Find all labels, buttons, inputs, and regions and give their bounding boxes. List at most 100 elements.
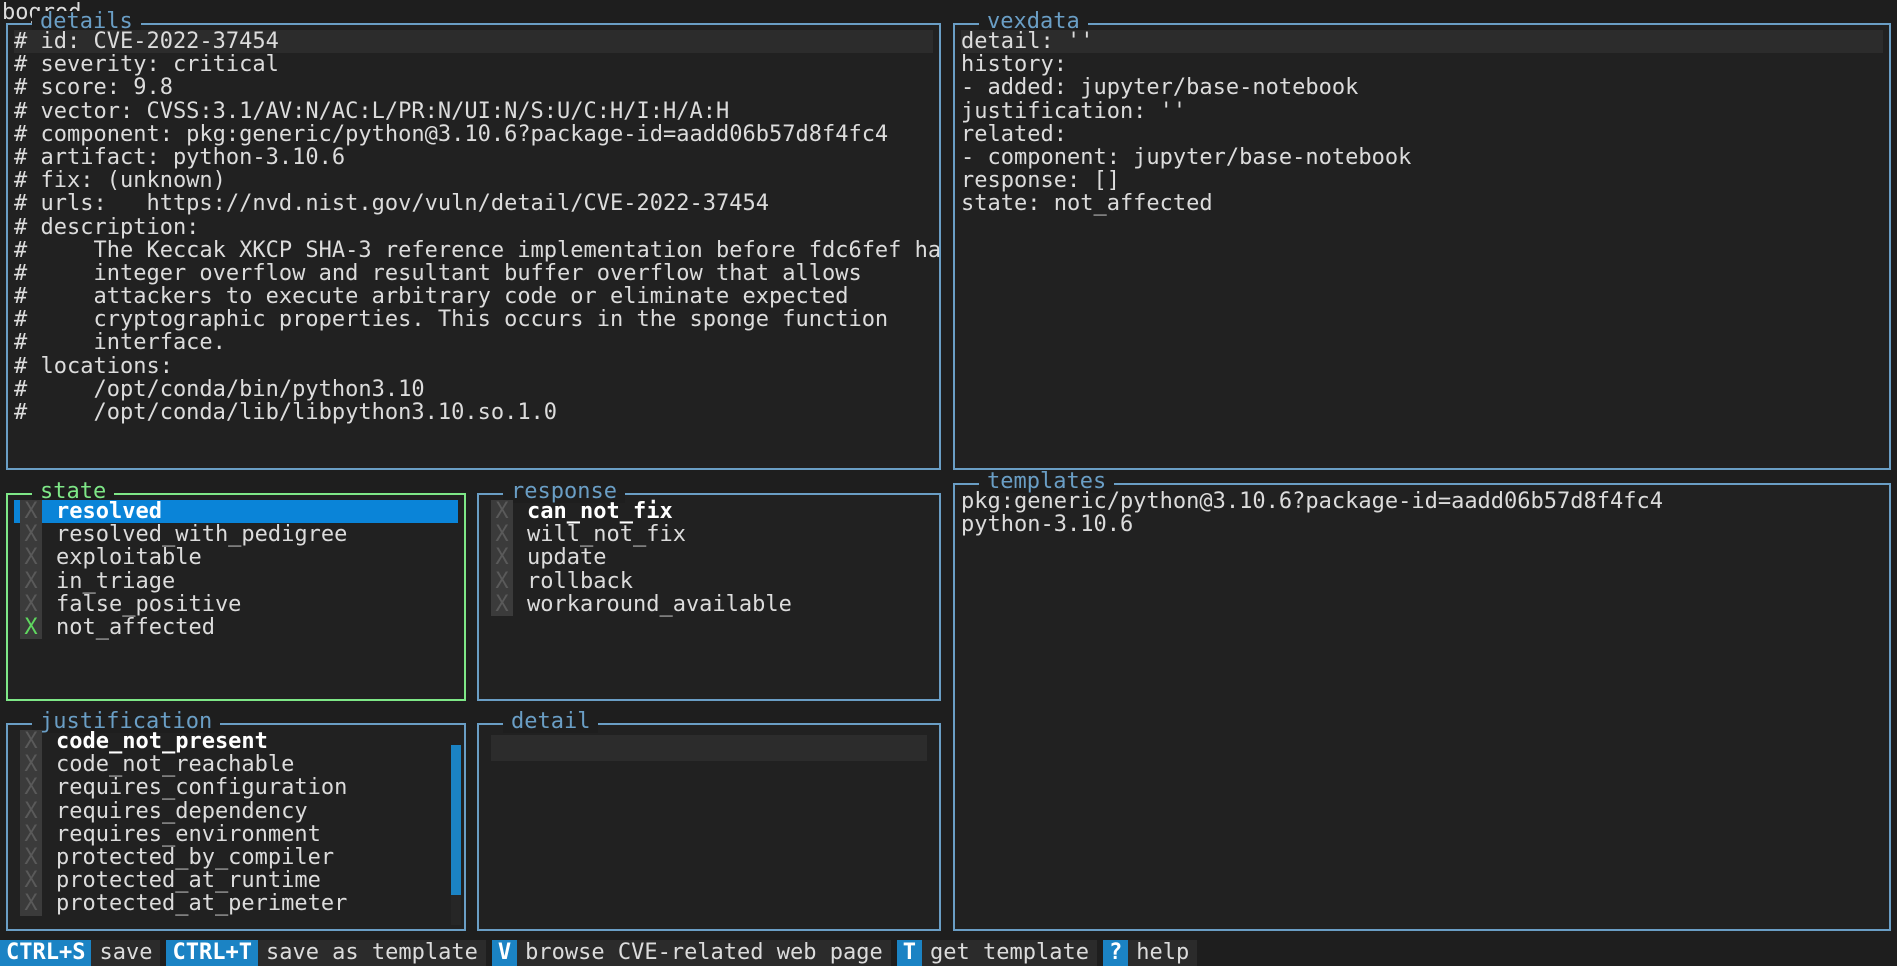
status-bar-filler <box>1203 940 1897 966</box>
checkbox-icon[interactable]: X <box>20 823 42 846</box>
templates-panel-body: pkg:generic/python@3.10.6?package-id=aad… <box>955 485 1889 929</box>
justification-item-label: requires_configuration <box>42 776 347 799</box>
vexdata-panel-body: detail: ''history:- added: jupyter/base-… <box>955 25 1889 468</box>
state-item-label: in_triage <box>42 570 175 593</box>
status-key-5[interactable]: ? <box>1103 940 1128 966</box>
text-line: # severity: critical <box>14 53 933 76</box>
detail-panel[interactable]: detail <box>477 723 941 931</box>
status-key-2[interactable]: CTRL+T <box>166 940 257 966</box>
checkbox-icon[interactable]: X <box>20 776 42 799</box>
state-list[interactable]: XresolvedXresolved_with_pedigreeXexploit… <box>8 495 464 699</box>
state-item[interactable]: Xresolved_with_pedigree <box>14 523 458 546</box>
vexdata-panel: vexdata detail: ''history:- added: jupyt… <box>953 23 1891 470</box>
state-item-label: false_positive <box>42 593 241 616</box>
justification-item-label: code_not_reachable <box>42 753 294 776</box>
checkbox-icon[interactable]: X <box>20 570 42 593</box>
checkbox-icon[interactable]: X <box>20 523 42 546</box>
checkbox-icon[interactable]: X <box>491 593 513 616</box>
text-line: # urls: https://nvd.nist.gov/vuln/detail… <box>14 192 933 215</box>
text-line: python-3.10.6 <box>961 513 1883 536</box>
justification-item[interactable]: Xcode_not_reachable <box>14 753 446 776</box>
checkbox-icon[interactable]: X <box>20 546 42 569</box>
status-desc-5[interactable]: help <box>1128 940 1197 966</box>
checkbox-icon[interactable]: X <box>20 730 42 753</box>
response-item-label: update <box>513 546 606 569</box>
response-item[interactable]: Xwill_not_fix <box>485 523 933 546</box>
text-line: # score: 9.8 <box>14 76 933 99</box>
justification-panel[interactable]: justification Xcode_not_presentXcode_not… <box>6 723 466 931</box>
checkbox-icon[interactable]: X <box>491 500 513 523</box>
justification-scrollbar[interactable] <box>451 745 461 925</box>
templates-panel[interactable]: templates pkg:generic/python@3.10.6?pack… <box>953 483 1891 931</box>
text-line: pkg:generic/python@3.10.6?package-id=aad… <box>961 490 1883 513</box>
justification-scrollbar-thumb[interactable] <box>451 745 461 895</box>
response-panel[interactable]: response Xcan_not_fixXwill_not_fixXupdat… <box>477 493 941 701</box>
text-line: related: <box>961 123 1883 146</box>
justification-item[interactable]: Xrequires_dependency <box>14 800 446 823</box>
details-panel: details # id: CVE-2022-37454# severity: … <box>6 23 941 470</box>
checkbox-icon[interactable]: X <box>491 546 513 569</box>
justification-item-label: code_not_present <box>42 730 268 753</box>
state-item-label: resolved_with_pedigree <box>42 523 347 546</box>
state-item-label: exploitable <box>42 546 202 569</box>
state-item[interactable]: Xexploitable <box>14 546 458 569</box>
text-line: # id: CVE-2022-37454 <box>14 30 933 53</box>
response-item-label: rollback <box>513 570 633 593</box>
state-item[interactable]: Xnot_affected <box>14 616 458 639</box>
checkbox-icon[interactable]: X <box>20 800 42 823</box>
text-line: # locations: <box>14 355 933 378</box>
justification-item-label: requires_dependency <box>42 800 308 823</box>
detail-input[interactable] <box>491 735 927 761</box>
status-key-4[interactable]: T <box>897 940 922 966</box>
checkbox-icon[interactable]: X <box>20 593 42 616</box>
response-item-label: will_not_fix <box>513 523 686 546</box>
status-key-3[interactable]: V <box>492 940 517 966</box>
text-line: detail: '' <box>961 30 1883 53</box>
checkbox-icon[interactable]: X <box>20 616 42 639</box>
justification-item[interactable]: Xrequires_environment <box>14 823 446 846</box>
status-desc-4[interactable]: get template <box>922 940 1097 966</box>
state-panel[interactable]: state XresolvedXresolved_with_pedigreeXe… <box>6 493 466 701</box>
text-line: - component: jupyter/base-notebook <box>961 146 1883 169</box>
checkbox-icon[interactable]: X <box>20 846 42 869</box>
checkbox-icon[interactable]: X <box>20 869 42 892</box>
text-line: # /opt/conda/bin/python3.10 <box>14 378 933 401</box>
text-line: # fix: (unknown) <box>14 169 933 192</box>
response-item[interactable]: Xworkaround_available <box>485 593 933 616</box>
checkbox-icon[interactable]: X <box>20 892 42 915</box>
checkbox-icon[interactable]: X <box>20 753 42 776</box>
text-line: # artifact: python-3.10.6 <box>14 146 933 169</box>
text-line: # component: pkg:generic/python@3.10.6?p… <box>14 123 933 146</box>
checkbox-icon[interactable]: X <box>491 523 513 546</box>
justification-list[interactable]: Xcode_not_presentXcode_not_reachableXreq… <box>8 725 464 929</box>
justification-item[interactable]: Xprotected_by_compiler <box>14 846 446 869</box>
state-item[interactable]: Xresolved <box>14 500 458 523</box>
response-item-label: workaround_available <box>513 593 792 616</box>
state-item[interactable]: Xfalse_positive <box>14 593 458 616</box>
text-line: state: not_affected <box>961 192 1883 215</box>
state-item[interactable]: Xin_triage <box>14 570 458 593</box>
checkbox-icon[interactable]: X <box>20 500 42 523</box>
text-line: # interface. <box>14 331 933 354</box>
detail-panel-body <box>479 725 939 929</box>
justification-item[interactable]: Xprotected_at_runtime <box>14 869 446 892</box>
response-item[interactable]: Xcan_not_fix <box>485 500 933 523</box>
text-line: justification: '' <box>961 100 1883 123</box>
status-desc-3[interactable]: browse CVE-related web page <box>517 940 891 966</box>
checkbox-icon[interactable]: X <box>491 570 513 593</box>
text-line: history: <box>961 53 1883 76</box>
justification-item[interactable]: Xrequires_configuration <box>14 776 446 799</box>
status-desc-1[interactable]: save <box>91 940 160 966</box>
justification-item[interactable]: Xprotected_at_perimeter <box>14 892 446 915</box>
status-key-1[interactable]: CTRL+S <box>0 940 91 966</box>
justification-item[interactable]: Xcode_not_present <box>14 730 446 753</box>
response-item[interactable]: Xrollback <box>485 570 933 593</box>
text-line: # integer overflow and resultant buffer … <box>14 262 933 285</box>
details-panel-body: # id: CVE-2022-37454# severity: critical… <box>8 25 939 468</box>
status-desc-2[interactable]: save as template <box>258 940 486 966</box>
response-list[interactable]: Xcan_not_fixXwill_not_fixXupdateXrollbac… <box>479 495 939 699</box>
justification-item-label: protected_at_runtime <box>42 869 321 892</box>
response-item[interactable]: Xupdate <box>485 546 933 569</box>
state-item-label: not_affected <box>42 616 215 639</box>
justification-item-label: protected_at_perimeter <box>42 892 347 915</box>
